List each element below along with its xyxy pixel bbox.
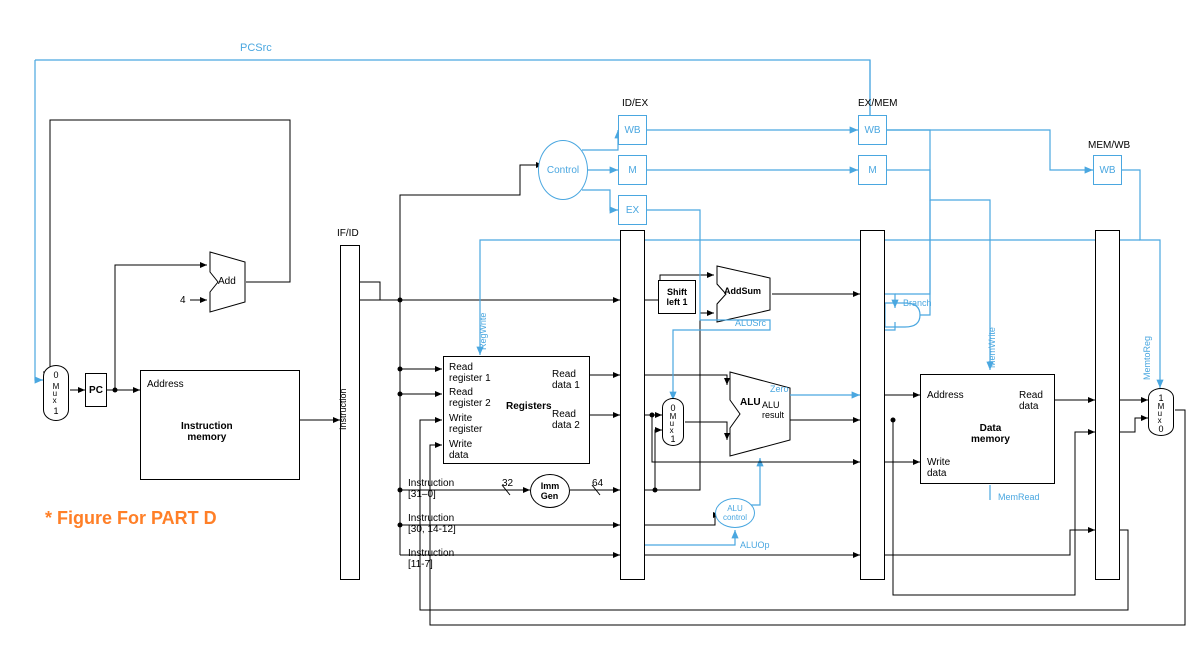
id-ex-register <box>620 230 645 580</box>
branch-label: Branch <box>903 298 932 308</box>
rf-rr1: Read register 1 <box>449 362 491 384</box>
alusrc-mux: 0 M u x 1 <box>662 398 684 446</box>
zero-label: Zero <box>770 384 789 394</box>
mux-label: M u x <box>670 413 677 434</box>
rf-rd1: Read data 1 <box>552 369 580 391</box>
wiring-svg <box>0 0 1200 665</box>
imm-gen: Imm Gen <box>530 474 570 508</box>
exmem-m: M <box>858 155 887 185</box>
alu-control: ALU control <box>715 498 755 528</box>
idex-m: M <box>618 155 647 185</box>
id-ex-label: ID/EX <box>622 98 648 109</box>
alu-result-label: ALU result <box>762 400 784 420</box>
dmem-address: Address <box>927 390 964 401</box>
rf-rr2: Read register 2 <box>449 387 491 409</box>
exmem-wb: WB <box>858 115 887 145</box>
mem-wb-label: MEM/WB <box>1088 140 1130 151</box>
instr-11-7: Instruction [11-7] <box>408 548 454 570</box>
register-file: Read register 1 Read register 2 Register… <box>443 356 590 464</box>
instruction-memory: Address Instruction memory <box>140 370 300 480</box>
ex-mem-label: EX/MEM <box>858 98 897 109</box>
figure-caption: * Figure For PART D <box>45 508 217 529</box>
instruction-side-label: Instruction <box>338 388 348 430</box>
imem-address: Address <box>147 379 184 390</box>
add-label: Add <box>218 276 236 287</box>
diagram-canvas: PCSrc 0 M u x 1 PC Add 4 Address Instruc… <box>0 0 1200 665</box>
pc-mux: 0 M u x 1 <box>43 365 69 421</box>
pc-block: PC <box>85 373 107 407</box>
rf-wr: Write register <box>449 413 482 435</box>
idex-wb: WB <box>618 115 647 145</box>
alu-label: ALU <box>740 397 761 408</box>
width-64: 64 <box>592 478 603 489</box>
data-memory: Address Read data Data memory Write data <box>920 374 1055 484</box>
const-4: 4 <box>180 295 186 306</box>
mux-label: M u x <box>1158 403 1165 424</box>
memtoreg-mux: 1 M u x 0 <box>1148 388 1174 436</box>
imem-title: Instruction memory <box>181 421 233 443</box>
ex-mem-register <box>860 230 885 580</box>
instr-31-0: Instruction [31–0] <box>408 478 454 500</box>
memtoreg-label: MemtoReg <box>1142 336 1152 380</box>
regwrite-label: RegWrite <box>478 313 488 350</box>
mux-1: 1 <box>670 434 675 444</box>
memwrite-label: MemWrite <box>987 327 997 368</box>
rf-wd: Write data <box>449 439 472 461</box>
aluop-label: ALUOp <box>740 540 770 550</box>
mem-wb-register <box>1095 230 1120 580</box>
instr-30-14-12: Instruction [30, 14-12] <box>408 513 456 535</box>
idex-ex: EX <box>618 195 647 225</box>
mux-0: 0 <box>1158 424 1163 434</box>
mux-label: M u x <box>53 383 60 404</box>
mux-1: 1 <box>53 406 58 416</box>
rf-title: Registers <box>506 401 552 412</box>
memread-label: MemRead <box>998 492 1040 502</box>
pcsrc-label: PCSrc <box>240 42 272 54</box>
addsum-label: AddSum <box>724 286 761 296</box>
width-32: 32 <box>502 478 513 489</box>
dmem-read-data: Read data <box>1019 390 1043 412</box>
shift-left-1: Shift left 1 <box>658 280 696 314</box>
mux-0: 0 <box>53 370 58 380</box>
memwb-wb: WB <box>1093 155 1122 185</box>
dmem-title: Data memory <box>971 423 1010 445</box>
rf-rd2: Read data 2 <box>552 409 580 431</box>
if-id-label: IF/ID <box>337 228 359 239</box>
alusrc-label: ALUSrc <box>735 318 766 328</box>
control-unit: Control <box>538 140 588 200</box>
dmem-write-data: Write data <box>927 457 950 479</box>
